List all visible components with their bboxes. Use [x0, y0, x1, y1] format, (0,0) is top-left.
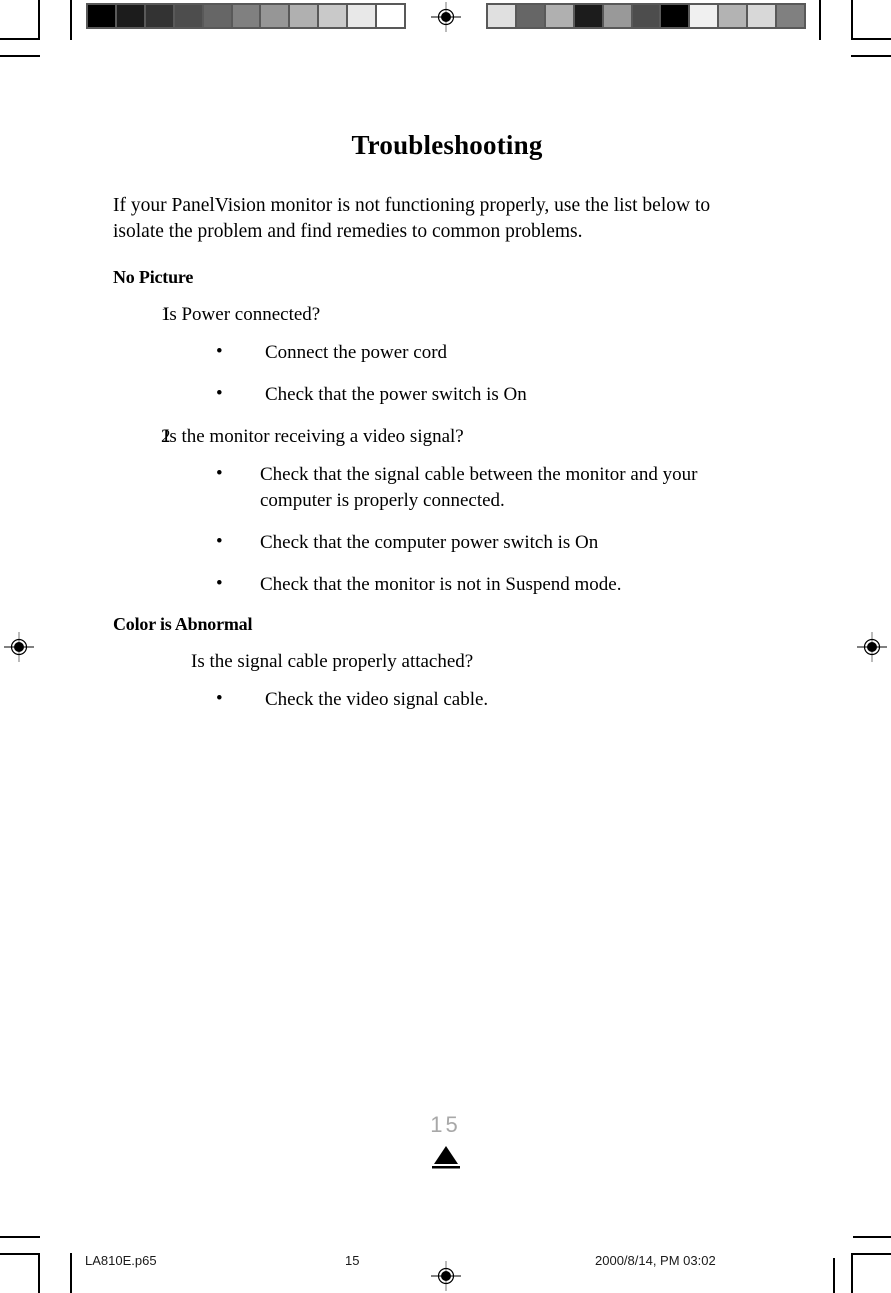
calibration-patch [348, 5, 376, 27]
calibration-patch [661, 5, 689, 27]
calibration-patch [632, 5, 660, 27]
list-item-number: 1 [161, 304, 171, 325]
bullet-icon: • [216, 383, 223, 404]
calibration-patch [116, 5, 144, 27]
registration-target-icon-left [4, 632, 34, 662]
calibration-patch [545, 5, 573, 27]
bullet-icon: • [216, 531, 223, 552]
crop-mark-top-right-horizontal [851, 38, 891, 40]
folio-triangle-icon [429, 1144, 463, 1170]
calibration-strip-right [486, 3, 806, 29]
crop-mark-top-left-horizontal-outer [0, 55, 40, 57]
list-item-text: Check that the power switch is On [265, 384, 527, 405]
list-item-text: Check that the signal cable between the … [260, 464, 698, 511]
list-item-number: 2 [161, 426, 171, 447]
calibration-patch [690, 5, 718, 27]
crop-mark-top-right-vertical [851, 0, 853, 40]
crop-mark-top-left-horizontal [0, 38, 40, 40]
page-title: Troubleshooting [351, 130, 543, 160]
bullet-icon: • [216, 688, 223, 709]
bullet-icon: • [216, 573, 223, 594]
list-item-bullet: • Check that the monitor is not in Suspe… [113, 572, 763, 598]
section-heading-no-picture: No Picture [113, 267, 194, 287]
calibration-patch [748, 5, 776, 27]
crop-mark-bottom-left-vertical [38, 1253, 40, 1293]
list-item-text: Check that the computer power switch is … [260, 532, 599, 553]
calibration-patch [261, 5, 289, 27]
calibration-patch [203, 5, 231, 27]
calibration-patch [232, 5, 260, 27]
crop-mark-top-right-horizontal-outer [851, 55, 891, 57]
crop-mark-top-left-vertical-outer [70, 0, 72, 40]
list-item-text: Is Power connected? [163, 304, 321, 325]
bullet-icon: • [216, 341, 223, 362]
calibration-patch [488, 5, 515, 27]
list-item-plain: Is the signal cable properly attached? [191, 651, 474, 672]
crop-mark-bottom-left-horizontal-outer [0, 1236, 40, 1238]
list-item-bullet: • Check that the signal cable between th… [113, 462, 763, 514]
list-item-bullet: • Connect the power cord [113, 340, 763, 366]
calibration-patch [719, 5, 747, 27]
list-item-bullet: • Check that the power switch is On [113, 382, 763, 408]
slug-filename: LA810E.p65 [85, 1253, 157, 1268]
calibration-patch [516, 5, 544, 27]
list-item-numbered: 2 Is the monitor receiving a video signa… [113, 424, 763, 450]
crop-mark-bottom-right-horizontal-outer [853, 1236, 891, 1238]
crop-mark-bottom-right-vertical-outer [833, 1258, 835, 1293]
numbered-group-1: 1 Is Power connected? • Connect the powe… [113, 302, 763, 408]
page-content: Troubleshooting If your PanelVision moni… [113, 130, 763, 729]
slug-page-number: 15 [345, 1253, 360, 1268]
crop-mark-top-left-vertical [38, 0, 40, 40]
calibration-patch [319, 5, 347, 27]
calibration-patch [174, 5, 202, 27]
registration-target-icon-right [857, 632, 887, 662]
list-item-bullet: • Check the video signal cable. [113, 687, 763, 713]
calibration-patch [574, 5, 602, 27]
bullet-icon: • [216, 463, 223, 484]
calibration-patch [377, 5, 404, 27]
section-heading-color-is-abnormal: Color is Abnormal [113, 614, 253, 634]
list-item-text: Connect the power cord [265, 342, 448, 363]
slug-timestamp: 2000/8/14, PM 03:02 [595, 1253, 716, 1268]
intro-paragraph: If your PanelVision monitor is not funct… [113, 195, 711, 242]
calibration-patch [290, 5, 318, 27]
page-number: 15 [430, 1112, 461, 1137]
crop-mark-bottom-right-horizontal [851, 1253, 891, 1255]
crop-mark-top-right-vertical-outer [819, 0, 821, 40]
calibration-strip-left [86, 3, 406, 29]
crop-mark-bottom-left-horizontal [0, 1253, 40, 1255]
numbered-group-3: Is the signal cable properly attached? •… [113, 649, 763, 713]
list-item-numbered: 1 Is Power connected? [113, 302, 763, 328]
registration-target-icon-top [431, 2, 461, 32]
registration-target-icon-bottom [431, 1261, 461, 1291]
calibration-patch [145, 5, 173, 27]
calibration-patch [603, 5, 631, 27]
numbered-group-2: 2 Is the monitor receiving a video signa… [113, 424, 763, 598]
list-item-bullet: • Check that the computer power switch i… [113, 530, 763, 556]
folio: 15 [0, 1112, 891, 1170]
list-item-text: Is the monitor receiving a video signal? [163, 426, 464, 447]
list-item-text: Check the video signal cable. [265, 689, 489, 710]
calibration-patch [777, 5, 804, 27]
calibration-patch [88, 5, 115, 27]
crop-mark-bottom-left-vertical-outer [70, 1253, 72, 1293]
crop-mark-bottom-right-vertical [851, 1253, 853, 1293]
list-item-text: Check that the monitor is not in Suspend… [260, 574, 622, 595]
